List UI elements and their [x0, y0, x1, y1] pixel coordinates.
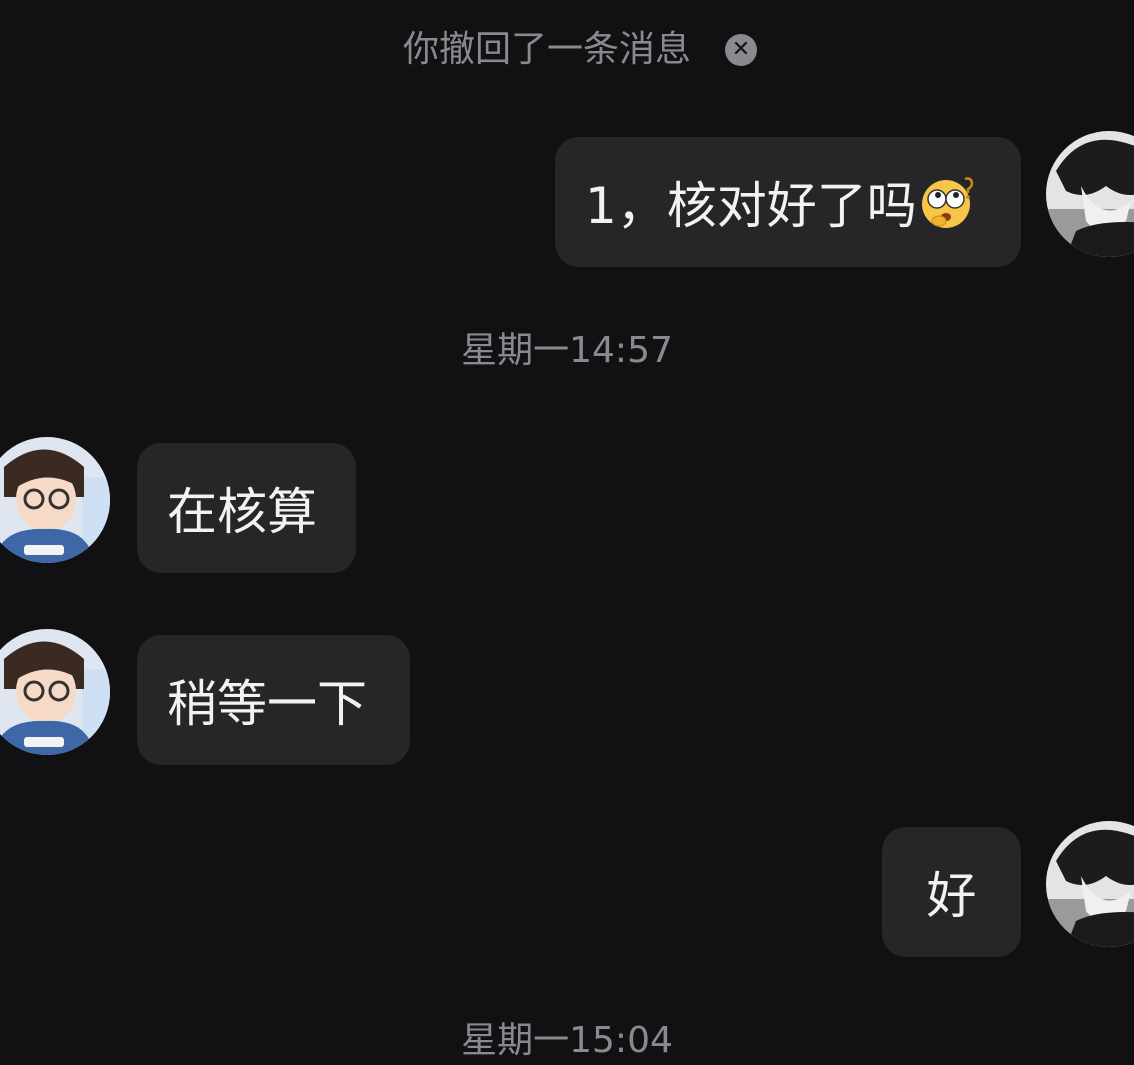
chat-message-list[interactable]: 你撤回了一条消息 ✕ 1，核对好了吗 星期一14:57 在核算 稍等一下 好 星…	[0, 0, 1134, 1065]
message-text: 1，核对好了吗	[585, 177, 917, 235]
message-timestamp: 星期一15:04	[461, 1020, 673, 1061]
message-bubble-incoming[interactable]: 稍等一下	[137, 635, 410, 765]
message-bubble-incoming[interactable]: 在核算	[137, 443, 356, 573]
thinking-question-emoji-icon	[919, 173, 977, 231]
message-text: 在核算	[167, 483, 317, 541]
anime-boy-avatar[interactable]	[1046, 821, 1134, 947]
message-bubble-outgoing[interactable]: 1，核对好了吗	[555, 137, 1021, 267]
message-bubble-outgoing[interactable]: 好	[882, 827, 1021, 957]
girl-with-glasses-avatar[interactable]	[0, 629, 110, 755]
message-timestamp: 星期一14:57	[461, 330, 673, 371]
girl-with-glasses-avatar[interactable]	[0, 437, 110, 563]
recall-notice: 你撤回了一条消息 ✕	[0, 26, 1134, 74]
anime-boy-avatar[interactable]	[1046, 131, 1134, 257]
message-text: 好	[926, 867, 977, 925]
message-text: 稍等一下	[167, 675, 367, 733]
close-circle-icon[interactable]: ✕	[725, 34, 757, 66]
recall-notice-text: 你撤回了一条消息	[402, 29, 691, 70]
